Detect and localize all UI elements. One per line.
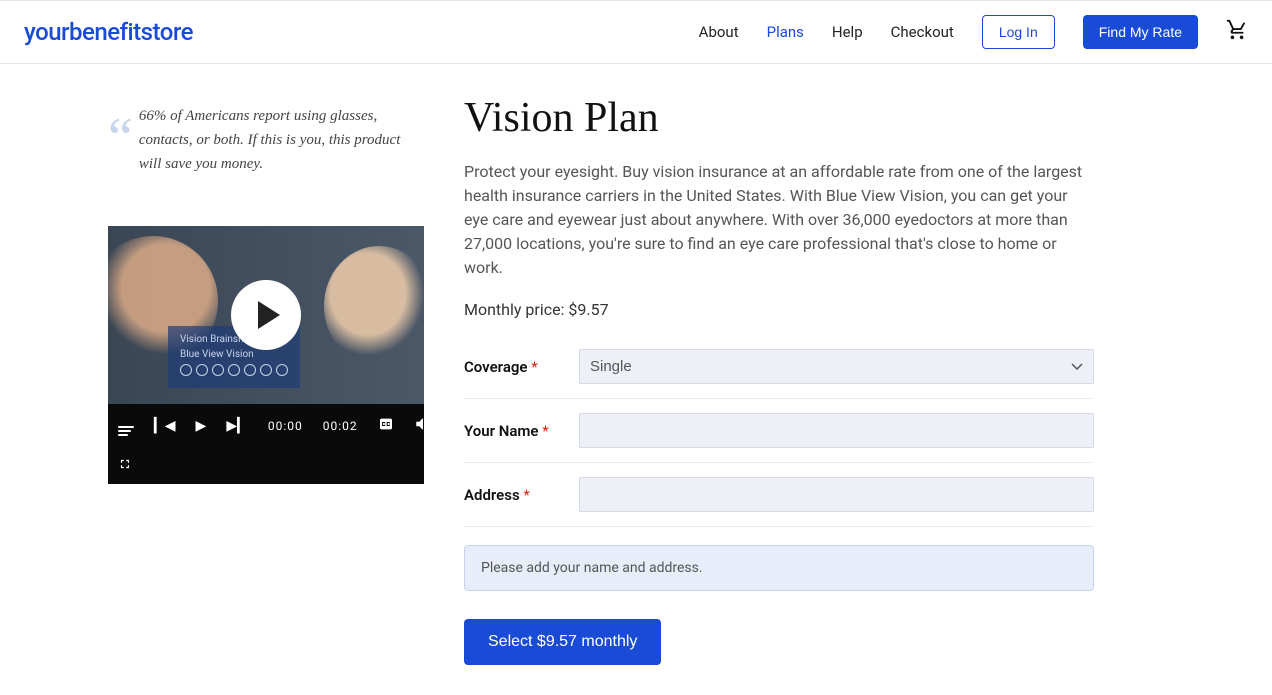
play-icon[interactable]: ▶ [196, 418, 207, 434]
quote-block: “ 66% of Americans report using glasses,… [108, 104, 404, 176]
plan-description: Protect your eyesight. Buy vision insura… [464, 160, 1094, 280]
page-title: Vision Plan [464, 94, 1094, 142]
address-input[interactable] [579, 477, 1094, 512]
left-column: “ 66% of Americans report using glasses,… [24, 94, 444, 665]
find-my-rate-button[interactable]: Find My Rate [1083, 15, 1198, 49]
name-input[interactable] [579, 413, 1094, 448]
price-label: Monthly price: [464, 300, 568, 319]
play-icon [258, 301, 280, 329]
info-message: Please add your name and address. [464, 545, 1094, 591]
name-row: Your Name * [464, 399, 1094, 463]
playlist-icon[interactable] [118, 416, 134, 436]
coverage-select[interactable]: Single [579, 349, 1094, 384]
video-controls-row2 [108, 448, 424, 484]
site-logo[interactable]: yourbenefitstore [24, 18, 193, 46]
quote-text: 66% of Americans report using glasses, c… [139, 104, 404, 176]
play-button[interactable] [231, 280, 301, 350]
next-track-icon[interactable]: ▶▎ [226, 418, 248, 434]
video-player: Vision Brainshark Blue View Vision ▎◀ ▶ … [108, 226, 424, 484]
name-label: Your Name * [464, 422, 579, 440]
nav-checkout[interactable]: Checkout [891, 23, 954, 41]
price-value: $9.57 [568, 300, 608, 319]
time-current: 00:00 [268, 419, 303, 433]
more-icon[interactable]: ⋮ [452, 418, 466, 434]
nav-help[interactable]: Help [832, 23, 863, 41]
nav-plans[interactable]: Plans [767, 23, 804, 41]
nav-right: About Plans Help Checkout Log In Find My… [699, 15, 1248, 49]
video-thumbnail[interactable]: Vision Brainshark Blue View Vision [108, 226, 424, 404]
page-content: “ 66% of Americans report using glasses,… [0, 64, 1272, 695]
address-label: Address * [464, 486, 579, 504]
volume-icon[interactable] [414, 415, 432, 437]
fullscreen-icon[interactable] [118, 457, 132, 475]
login-button[interactable]: Log In [982, 15, 1055, 49]
quote-mark-icon: “ [108, 122, 133, 156]
monthly-price: Monthly price: $9.57 [464, 300, 1094, 319]
video-overlay-line2: Blue View Vision [180, 349, 288, 360]
prev-track-icon[interactable]: ▎◀ [154, 418, 176, 434]
site-header: yourbenefitstore About Plans Help Checko… [0, 0, 1272, 64]
cart-icon[interactable] [1226, 19, 1248, 46]
video-controls: ▎◀ ▶ ▶▎ 00:00 00:02 ⋮ [108, 404, 424, 448]
coverage-row: Coverage * Single [464, 335, 1094, 399]
nav-about[interactable]: About [699, 23, 739, 41]
time-total: 00:02 [323, 419, 358, 433]
select-plan-button[interactable]: Select $9.57 monthly [464, 619, 661, 665]
address-row: Address * [464, 463, 1094, 527]
coverage-label: Coverage * [464, 358, 579, 376]
right-column: Vision Plan Protect your eyesight. Buy v… [444, 94, 1094, 665]
cc-icon[interactable] [378, 416, 394, 436]
